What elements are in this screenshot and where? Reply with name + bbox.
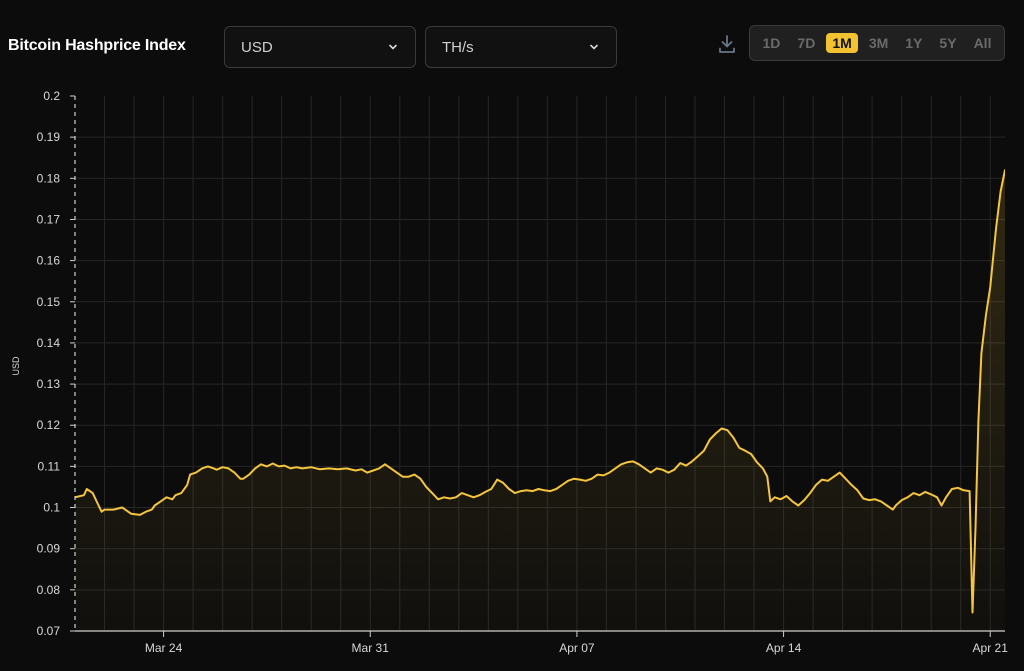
x-tick-label: Mar 31 xyxy=(352,641,390,655)
y-tick-label: 0.18 xyxy=(37,171,61,185)
y-axis-label: USD xyxy=(11,356,21,376)
y-tick-label: 0.08 xyxy=(37,583,61,597)
y-tick-label: 0.12 xyxy=(37,418,61,432)
x-tick-label: Mar 24 xyxy=(145,641,183,655)
x-tick-label: Apr 07 xyxy=(559,641,595,655)
y-tick-label: 0.15 xyxy=(37,295,61,309)
y-tick-label: 0.09 xyxy=(37,542,61,556)
y-tick-label: 0.1 xyxy=(43,501,60,515)
y-tick-label: 0.17 xyxy=(37,212,61,226)
y-tick-label: 0.11 xyxy=(38,459,61,473)
y-tick-label: 0.2 xyxy=(43,89,60,103)
y-tick-label: 0.14 xyxy=(37,336,61,350)
y-tick-label: 0.16 xyxy=(37,254,61,268)
hashprice-chart: 0.2 0.19 0.18 0.17 0.16 0.15 0.14 0.13 0.12 0.11 0… xyxy=(11,89,1009,655)
y-tick-label: 0.13 xyxy=(37,377,61,391)
y-tick-label: 0.07 xyxy=(37,624,61,638)
x-tick-label: Apr 21 xyxy=(973,641,1009,655)
y-tick-label: 0.19 xyxy=(37,130,61,144)
x-tick-label: Apr 14 xyxy=(766,641,802,655)
series-area xyxy=(75,170,1005,631)
